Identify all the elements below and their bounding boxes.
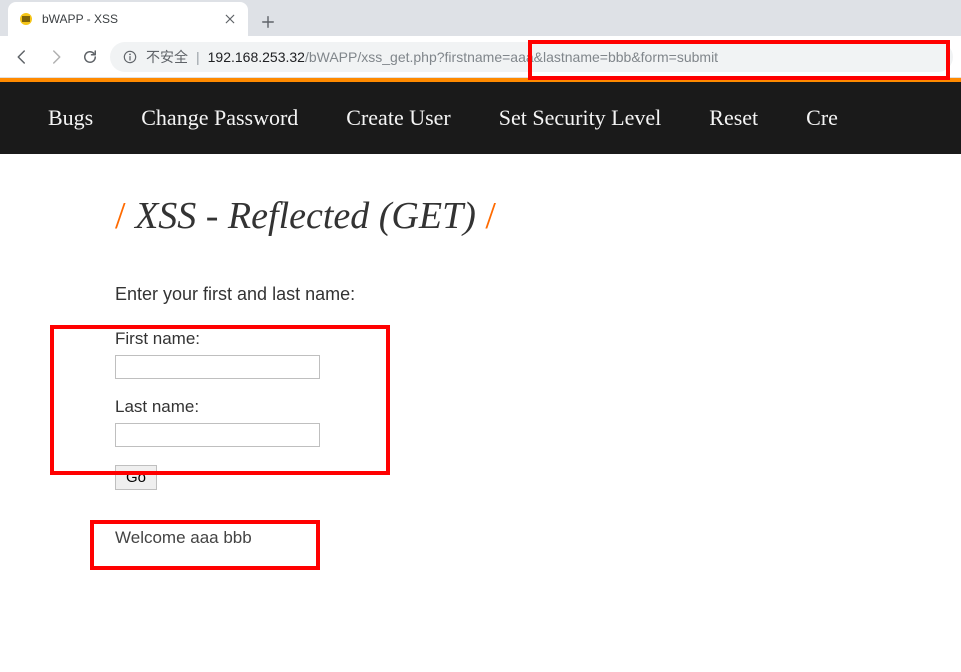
reload-button[interactable] [76,43,104,71]
nav-item-change-password[interactable]: Change Password [141,105,298,131]
first-name-input[interactable] [115,355,320,379]
name-form: First name: Last name: Go [115,329,961,490]
nav-item-reset[interactable]: Reset [709,105,758,131]
insecure-label: 不安全 [146,47,188,67]
url-text: 192.168.253.32/bWAPP/xss_get.php?firstna… [208,49,718,65]
last-name-label: Last name: [115,397,961,417]
slash-icon: / [115,195,126,237]
tab-strip: bWAPP - XSS [0,0,961,36]
go-button[interactable]: Go [115,465,157,490]
first-name-label: First name: [115,329,961,349]
back-button[interactable] [8,43,36,71]
url-path: /bWAPP/xss_get.php [305,49,437,65]
separator: | [196,49,200,65]
new-tab-button[interactable] [254,8,282,36]
url-host: 192.168.253.32 [208,49,305,65]
close-icon[interactable] [222,11,238,27]
site-nav: Bugs Change Password Create User Set Sec… [0,82,961,154]
browser-toolbar: 不安全 | 192.168.253.32/bWAPP/xss_get.php?f… [0,36,961,78]
browser-tab[interactable]: bWAPP - XSS [8,2,248,36]
nav-item-bugs[interactable]: Bugs [48,105,93,131]
page-title: / XSS - Reflected (GET) / [115,194,961,238]
nav-item-set-security-level[interactable]: Set Security Level [499,105,662,131]
forward-button[interactable] [42,43,70,71]
info-icon [122,49,138,65]
bee-icon [18,11,34,27]
welcome-message: Welcome aaa bbb [115,528,961,548]
address-bar[interactable]: 不安全 | 192.168.253.32/bWAPP/xss_get.php?f… [110,42,953,72]
nav-item-create-user[interactable]: Create User [346,105,450,131]
slash-icon: / [485,195,496,237]
tab-title: bWAPP - XSS [42,12,222,26]
form-prompt: Enter your first and last name: [115,284,961,305]
page-title-text: XSS - Reflected (GET) [126,195,486,237]
last-name-input[interactable] [115,423,320,447]
nav-item-credits-truncated[interactable]: Cre [806,105,838,131]
url-query: ?firstname=aaa&lastname=bbb&form=submit [437,49,718,65]
